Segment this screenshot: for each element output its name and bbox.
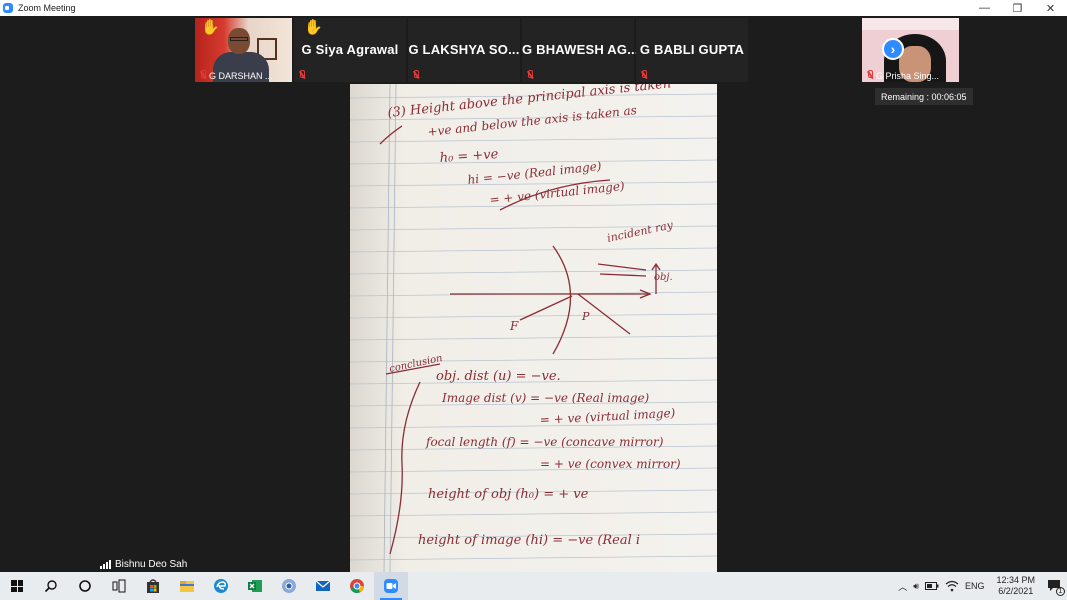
system-tray: ︿ 🔊︎ ENG 12:34 PM 6/2/2021 1 xyxy=(898,572,1067,600)
windows-logo-icon xyxy=(11,580,23,592)
participant-strip: ✋ G DARSHAN ... ✋ G Siya Agrawal G LAKSH… xyxy=(195,18,959,82)
muted-mic-icon xyxy=(526,70,533,79)
mail-icon xyxy=(315,580,331,591)
zoom-icon xyxy=(384,579,398,593)
participant-name: G Prisha Sing... xyxy=(876,71,940,81)
remaining-time-badge: Remaining : 00:06:05 xyxy=(875,88,973,105)
conclusion-line: Image dist (v) = −ve (Real image) xyxy=(441,391,650,405)
zoom-app-taskbar[interactable] xyxy=(374,572,408,600)
muted-mic-icon xyxy=(298,70,305,79)
conclusion-line: = + ve (convex mirror) xyxy=(540,457,681,471)
store-icon xyxy=(147,579,159,593)
next-page-button[interactable]: › xyxy=(882,38,904,60)
task-view-button[interactable] xyxy=(102,572,136,600)
chrome-canary-icon xyxy=(282,579,296,593)
participant-tile-babli[interactable]: G BABLI GUPTA xyxy=(636,18,748,82)
zoom-app: Zoom Meeting — ❐ ✕ ✋ G DARSHAN ... ✋ G S… xyxy=(0,0,1067,600)
conclusion-line: focal length (f) = −ve (concave mirror) xyxy=(425,435,664,449)
language-indicator[interactable]: ENG xyxy=(965,581,985,591)
chrome-canary-app[interactable] xyxy=(272,572,306,600)
window-controls: — ❐ ✕ xyxy=(968,0,1067,16)
conclusion-line: obj. dist (u) = −ve. xyxy=(436,369,561,384)
muted-mic-icon xyxy=(199,70,206,79)
conclusion-line: height of image (hi) = −ve (Real i xyxy=(418,533,640,548)
store-app[interactable] xyxy=(136,572,170,600)
search-icon xyxy=(44,580,57,593)
close-button[interactable]: ✕ xyxy=(1034,0,1067,16)
participant-tile-lakshya[interactable]: G LAKSHYA SO... xyxy=(408,18,520,82)
zoom-logo-icon xyxy=(3,3,13,13)
clock-time: 12:34 PM xyxy=(996,575,1035,585)
raised-hand-icon: ✋ xyxy=(201,19,220,36)
chevron-up-icon[interactable]: ︿ xyxy=(898,580,907,593)
clock[interactable]: 12:34 PM 6/2/2021 xyxy=(996,575,1035,597)
participant-name: G BHAWESH AG... xyxy=(522,42,639,57)
minimize-button[interactable]: — xyxy=(968,0,1001,16)
excel-icon xyxy=(248,580,262,592)
task-view-icon xyxy=(112,579,126,593)
start-button[interactable] xyxy=(0,572,34,600)
edge-icon xyxy=(214,579,228,593)
windows-taskbar: ︿ 🔊︎ ENG 12:34 PM 6/2/2021 1 xyxy=(0,572,1067,600)
active-speaker-name: Bishnu Deo Sah xyxy=(115,559,188,570)
title-bar: Zoom Meeting — ❐ ✕ xyxy=(0,0,1067,16)
excel-app[interactable] xyxy=(238,572,272,600)
notification-count: 1 xyxy=(1056,587,1065,596)
shared-screen: (3) Height above the principal axis is t… xyxy=(350,84,717,572)
participant-name: G DARSHAN ... xyxy=(209,71,273,81)
participant-tile-prisha[interactable]: G Prisha Sing... xyxy=(862,18,959,82)
meeting-area: ✋ G DARSHAN ... ✋ G Siya Agrawal G LAKSH… xyxy=(0,16,1067,572)
participant-name: G BABLI GUPTA xyxy=(639,42,745,57)
participant-tile-darshan[interactable]: ✋ G DARSHAN ... xyxy=(195,18,292,82)
battery-icon[interactable] xyxy=(924,582,939,590)
diagram-label: obj. xyxy=(654,272,673,283)
search-button[interactable] xyxy=(34,572,68,600)
muted-mic-icon xyxy=(412,70,419,79)
active-speaker-indicator: Bishnu Deo Sah xyxy=(100,559,187,570)
restore-button[interactable]: ❐ xyxy=(1001,0,1034,16)
folder-icon xyxy=(180,581,194,592)
window-title: Zoom Meeting xyxy=(18,3,76,13)
conclusion-line: height of obj (h₀) = + ve xyxy=(428,487,589,502)
participant-name: G Siya Agrawal xyxy=(301,42,399,57)
chrome-icon xyxy=(350,579,364,594)
file-explorer-app[interactable] xyxy=(170,572,204,600)
notebook-page: (3) Height above the principal axis is t… xyxy=(350,84,717,572)
participant-name: G LAKSHYA SO... xyxy=(408,42,520,57)
diagram-label: F xyxy=(509,319,519,333)
raised-hand-icon: ✋ xyxy=(304,19,323,36)
participant-tile-siya[interactable]: ✋ G Siya Agrawal xyxy=(294,18,406,82)
cortana-icon xyxy=(79,580,91,592)
chrome-app[interactable] xyxy=(340,572,374,600)
clock-date: 6/2/2021 xyxy=(998,586,1034,596)
mail-app[interactable] xyxy=(306,572,340,600)
diagram-label: P xyxy=(581,310,590,323)
cortana-button[interactable] xyxy=(68,572,102,600)
wifi-icon[interactable] xyxy=(945,580,959,592)
muted-mic-icon xyxy=(866,70,873,79)
muted-mic-icon xyxy=(640,70,647,79)
volume-icon[interactable]: 🔊︎ xyxy=(913,581,919,592)
participant-tile-bhawesh[interactable]: G BHAWESH AG... xyxy=(522,18,639,82)
notifications-button[interactable]: 1 xyxy=(1047,579,1065,596)
chevron-right-icon: › xyxy=(890,41,896,57)
signal-bars-icon xyxy=(100,560,111,569)
edge-app[interactable] xyxy=(204,572,238,600)
